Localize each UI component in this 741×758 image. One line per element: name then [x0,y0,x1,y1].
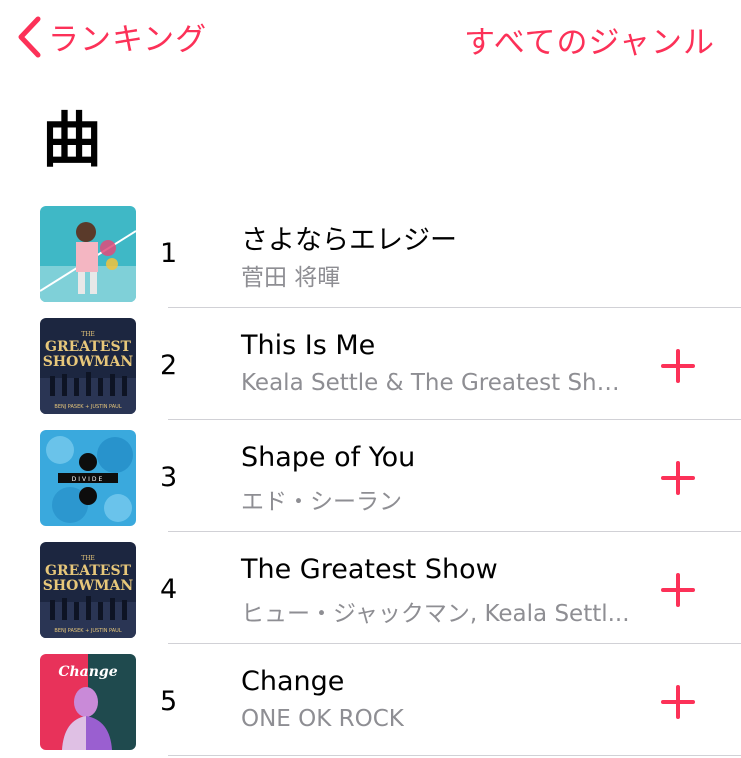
rank-number: 5 [160,686,178,717]
album-text-line2: SHOWMAN [43,578,134,594]
song-row[interactable]: THE GREATEST SHOWMAN BENJ PASEK + JUSTIN… [0,532,741,644]
back-button[interactable]: ランキング [16,14,207,59]
rank-number: 1 [160,238,178,269]
song-title: さよならエレジー [241,225,457,256]
add-button[interactable] [660,572,696,608]
song-title: The Greatest Show [241,554,498,585]
album-artwork: THE GREATEST SHOWMAN BENJ PASEK + JUSTIN… [40,542,136,638]
album-artwork: DIVIDE [40,430,136,526]
plus-icon [661,461,695,495]
all-genres-link[interactable]: すべてのジャンル [464,17,715,62]
album-credits: BENJ PASEK + JUSTIN PAUL [54,404,121,410]
song-title: Shape of You [241,442,416,473]
album-artwork: THE GREATEST SHOWMAN BENJ PASEK + JUSTIN… [40,318,136,414]
row-divider [168,755,741,756]
artist-name: ONE OK ROCK [241,706,404,732]
album-artwork [40,206,136,302]
add-button[interactable] [660,348,696,384]
album-credits: BENJ PASEK + JUSTIN PAUL [54,628,121,634]
artist-name: ヒュー・ジャックマン, Keala Settl... [241,601,630,627]
plus-icon [661,573,695,607]
plus-icon [661,349,695,383]
page-title: 曲 [42,106,102,176]
navigation-bar: ランキング すべてのジャンル [0,0,741,80]
plus-icon [661,685,695,719]
rank-number: 4 [160,574,178,605]
rank-number: 2 [160,350,178,381]
add-button[interactable] [660,684,696,720]
song-row[interactable]: DIVIDE 3 Shape of You エド・シーラン [0,420,741,532]
song-list: 1 さよならエレジー 菅田 将暉 THE GREATEST SHOWMAN BE… [0,196,741,756]
song-row[interactable]: Change 5 Change ONE OK ROCK [0,644,741,756]
album-artwork: Change [40,654,136,750]
song-row[interactable]: 1 さよならエレジー 菅田 将暉 [0,196,741,308]
song-row[interactable]: THE GREATEST SHOWMAN BENJ PASEK + JUSTIN… [0,308,741,420]
album-text-the: THE [81,331,95,338]
album-text-the: THE [81,555,95,562]
song-title: This Is Me [241,330,376,361]
album-text-change: Change [58,664,117,680]
back-button-label: ランキング [48,22,208,58]
album-text-line1: GREATEST [45,563,132,579]
rank-number: 3 [160,462,178,493]
song-title: Change [241,666,345,697]
artist-name: 菅田 将暉 [241,265,341,291]
chevron-left-icon [18,16,41,57]
album-text-divide: DIVIDE [72,476,105,483]
album-text-line2: SHOWMAN [43,354,134,370]
add-button[interactable] [660,460,696,496]
artist-name: Keala Settle & The Greatest Sho... [241,370,631,396]
album-text-line1: GREATEST [45,339,132,355]
artist-name: エド・シーラン [241,489,402,515]
